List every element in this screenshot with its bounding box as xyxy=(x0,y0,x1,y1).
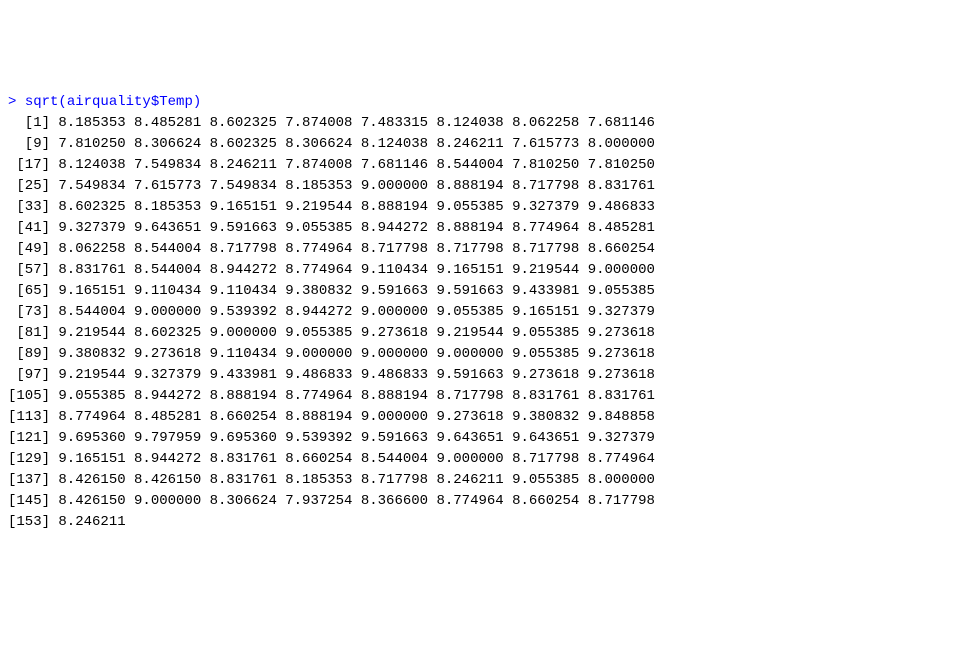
prompt-symbol: > xyxy=(8,94,16,110)
output-area: [1] 8.185353 8.485281 8.602325 7.874008 … xyxy=(8,115,655,530)
command-text: sqrt(airquality$Temp) xyxy=(25,94,201,110)
r-console[interactable]: > sqrt(airquality$Temp) [1] 8.185353 8.4… xyxy=(8,92,947,533)
